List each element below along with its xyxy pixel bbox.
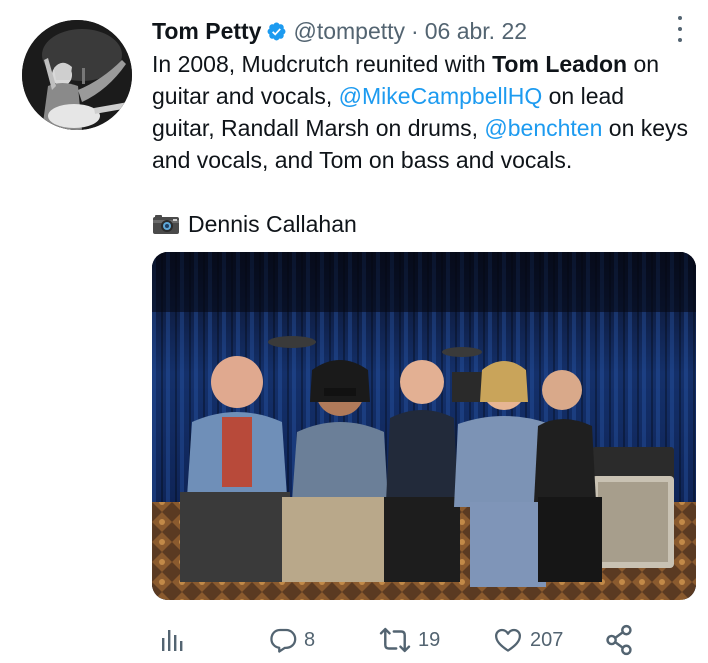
share-icon: [604, 624, 634, 656]
avatar-photo: [22, 20, 132, 130]
tweet-text: In 2008, Mudcrutch reunited with Tom Lea…: [152, 48, 692, 176]
more-options-icon[interactable]: [672, 14, 688, 44]
avatar[interactable]: [22, 20, 132, 130]
tweet-header: Tom Petty @tompetty · 06 abr. 22: [152, 14, 527, 48]
analytics-icon: [158, 626, 186, 654]
tweet-text-bold: Tom Leadon: [492, 51, 628, 77]
tweet-text-part: In 2008, Mudcrutch reunited with: [152, 51, 493, 77]
mention-link-mikecampbellhq[interactable]: @MikeCampbellHQ: [339, 83, 543, 109]
author-handle[interactable]: @tompetty: [293, 18, 405, 45]
verified-badge-icon: [266, 21, 287, 42]
header-separator: ·: [411, 17, 419, 44]
retweet-icon: [378, 625, 412, 655]
band-photo-image: [152, 252, 696, 600]
reply-icon: [268, 625, 298, 655]
tweet-actions: 8 19 207: [0, 620, 708, 660]
camera-icon: [152, 213, 180, 235]
like-button[interactable]: 207: [492, 620, 563, 660]
photo-credit: Dennis Callahan: [152, 207, 357, 241]
retweet-button[interactable]: 19: [378, 620, 440, 660]
like-heart-icon: [492, 625, 524, 655]
reply-count: 8: [304, 628, 316, 651]
tweet-photo[interactable]: [152, 252, 696, 600]
author-name[interactable]: Tom Petty: [152, 18, 261, 45]
analytics-button[interactable]: [158, 620, 186, 660]
retweet-count: 19: [418, 628, 441, 651]
like-count: 207: [530, 628, 564, 651]
mention-link-benchten[interactable]: @benchten: [484, 115, 602, 141]
photo-credit-name: Dennis Callahan: [188, 210, 357, 237]
tweet-date[interactable]: 06 abr. 22: [425, 18, 527, 45]
reply-button[interactable]: 8: [268, 620, 315, 660]
share-button[interactable]: [604, 620, 634, 660]
